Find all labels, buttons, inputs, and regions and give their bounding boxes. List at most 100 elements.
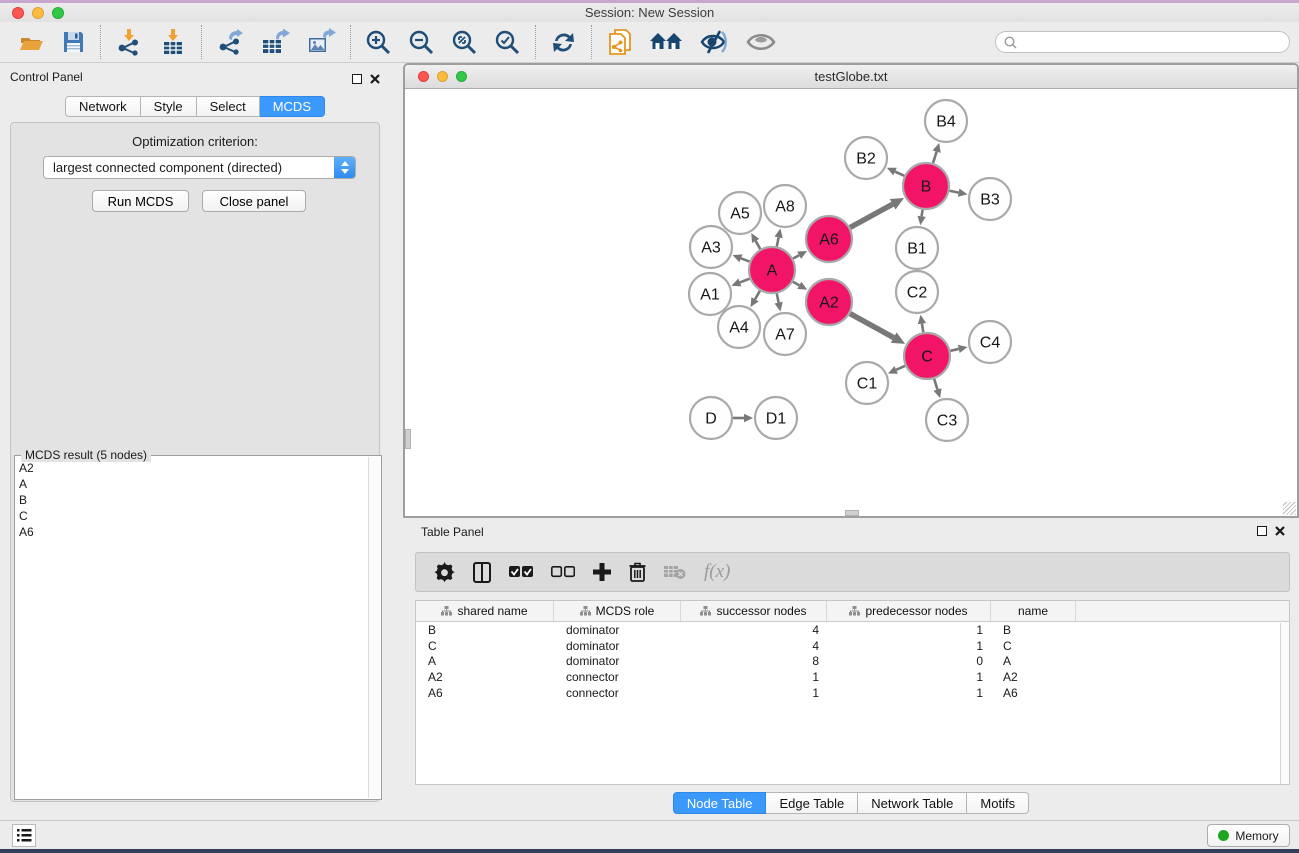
table-row[interactable]: A2connector11A2 <box>416 669 1289 685</box>
table-cell[interactable]: dominator <box>554 639 681 653</box>
table-cell[interactable]: 1 <box>681 686 827 700</box>
gear-icon[interactable] <box>425 555 464 589</box>
zoom-fit-icon[interactable] <box>443 25 486 59</box>
export-image-icon[interactable] <box>298 25 344 59</box>
table-cell[interactable]: dominator <box>554 654 681 668</box>
search-field[interactable] <box>995 31 1290 53</box>
tab-mcds[interactable]: MCDS <box>260 96 325 117</box>
tab-motifs[interactable]: Motifs <box>967 792 1029 814</box>
delete-table-icon[interactable] <box>655 555 695 589</box>
tab-select[interactable]: Select <box>197 96 260 117</box>
edge-A-A7[interactable] <box>777 294 779 303</box>
edge-A2-C[interactable] <box>850 314 894 338</box>
edge-A-A1[interactable] <box>740 279 750 283</box>
table-cell[interactable]: dominator <box>554 623 681 637</box>
float-button[interactable] <box>350 72 364 86</box>
vertical-scrollbar-thumb[interactable] <box>405 429 411 449</box>
criterion-select[interactable]: largest connected component (directed) <box>43 156 356 179</box>
zoom-in-icon[interactable] <box>357 25 400 59</box>
table-cell[interactable]: 8 <box>681 654 827 668</box>
table-cell[interactable]: 4 <box>681 623 827 637</box>
table-cell[interactable]: 1 <box>827 639 991 653</box>
network-canvas[interactable]: AA1A2A3A4A5A6A7A8BB1B2B3B4CC1C2C3C4DD1 <box>405 89 1297 516</box>
result-scrollbar[interactable] <box>368 457 380 798</box>
add-icon[interactable] <box>584 555 620 589</box>
home-icon[interactable] <box>641 25 691 59</box>
export-network-icon[interactable] <box>208 25 252 59</box>
deselect-all-icon[interactable] <box>542 555 584 589</box>
edge-C-C2[interactable] <box>922 324 923 333</box>
tab-network-table[interactable]: Network Table <box>858 792 967 814</box>
column-header-successor-nodes[interactable]: successor nodes <box>681 601 827 621</box>
tab-edge-table[interactable]: Edge Table <box>766 792 858 814</box>
refresh-icon[interactable] <box>542 25 585 59</box>
table-cell[interactable]: A2 <box>416 670 554 684</box>
run-mcds-button[interactable]: Run MCDS <box>92 190 189 212</box>
mcds-result-item[interactable]: A <box>19 476 365 492</box>
edge-A-A5[interactable] <box>756 241 761 249</box>
edge-C-C4[interactable] <box>950 349 958 351</box>
tab-node-table[interactable]: Node Table <box>673 792 767 814</box>
column-header-predecessor-nodes[interactable]: predecessor nodes <box>827 601 991 621</box>
task-history-button[interactable] <box>12 824 36 847</box>
table-float-button[interactable] <box>1255 524 1269 538</box>
resize-grip[interactable] <box>1283 502 1296 515</box>
mcds-result-item[interactable]: A6 <box>19 524 365 540</box>
edge-A-A3[interactable] <box>741 258 750 261</box>
network-window-titlebar[interactable]: testGlobe.txt <box>405 65 1297 89</box>
table-row[interactable]: Adominator80A <box>416 654 1289 670</box>
table-cell[interactable]: C <box>991 639 1076 653</box>
hide-details-icon[interactable] <box>691 25 737 59</box>
table-cell[interactable]: 4 <box>681 639 827 653</box>
close-button[interactable] <box>368 72 382 86</box>
memory-button[interactable]: Memory <box>1207 824 1290 847</box>
edge-B-B2[interactable] <box>895 172 904 176</box>
edge-C-C1[interactable] <box>896 366 905 370</box>
table-cell[interactable]: 1 <box>827 670 991 684</box>
table-cell[interactable]: A <box>416 654 554 668</box>
table-row[interactable]: Bdominator41B <box>416 622 1289 638</box>
column-icon[interactable] <box>464 555 500 589</box>
horizontal-scrollbar-thumb[interactable] <box>845 510 859 516</box>
table-cell[interactable]: A2 <box>991 670 1076 684</box>
table-row[interactable]: A6connector11A6 <box>416 685 1289 701</box>
table-cell[interactable]: 1 <box>681 670 827 684</box>
tab-style[interactable]: Style <box>141 96 197 117</box>
import-table-icon[interactable] <box>151 25 195 59</box>
edge-A-A2[interactable] <box>793 282 799 286</box>
tab-network[interactable]: Network <box>65 96 141 117</box>
function-icon[interactable]: f(x) <box>695 555 739 589</box>
column-header-MCDS-role[interactable]: MCDS role <box>554 601 681 621</box>
table-row[interactable]: Cdominator41C <box>416 638 1289 654</box>
search-input[interactable] <box>1022 35 1281 50</box>
edge-B-B1[interactable] <box>922 210 923 217</box>
edge-C-C3[interactable] <box>934 379 937 390</box>
export-table-icon[interactable] <box>252 25 298 59</box>
show-details-icon[interactable] <box>737 25 785 59</box>
table-cell[interactable]: connector <box>554 686 681 700</box>
table-cell[interactable]: connector <box>554 670 681 684</box>
edge-B-B4[interactable] <box>933 152 937 163</box>
node-table[interactable]: shared nameMCDS rolesuccessor nodesprede… <box>415 600 1290 785</box>
table-cell[interactable]: A6 <box>416 686 554 700</box>
edge-A6-B[interactable] <box>850 204 893 227</box>
table-cell[interactable]: B <box>416 623 554 637</box>
table-cell[interactable]: 1 <box>827 623 991 637</box>
network-graph[interactable]: AA1A2A3A4A5A6A7A8BB1B2B3B4CC1C2C3C4DD1 <box>405 89 1297 516</box>
close-panel-button[interactable]: Close panel <box>202 190 306 212</box>
table-cell[interactable]: B <box>991 623 1076 637</box>
table-cell[interactable]: 1 <box>827 686 991 700</box>
table-scrollbar[interactable] <box>1280 623 1289 784</box>
edge-A-A8[interactable] <box>777 237 779 246</box>
open-icon[interactable] <box>10 25 53 59</box>
delete-icon[interactable] <box>620 555 655 589</box>
table-cell[interactable]: A6 <box>991 686 1076 700</box>
edge-B-B3[interactable] <box>950 191 959 193</box>
column-header-name[interactable]: name <box>991 601 1076 621</box>
mcds-result-list[interactable]: A2ABCA6 <box>19 460 365 795</box>
new-network-icon[interactable] <box>598 25 641 59</box>
table-close-button[interactable] <box>1273 524 1287 538</box>
table-cell[interactable]: C <box>416 639 554 653</box>
zoom-selected-icon[interactable] <box>486 25 529 59</box>
edge-A-A4[interactable] <box>755 291 760 300</box>
